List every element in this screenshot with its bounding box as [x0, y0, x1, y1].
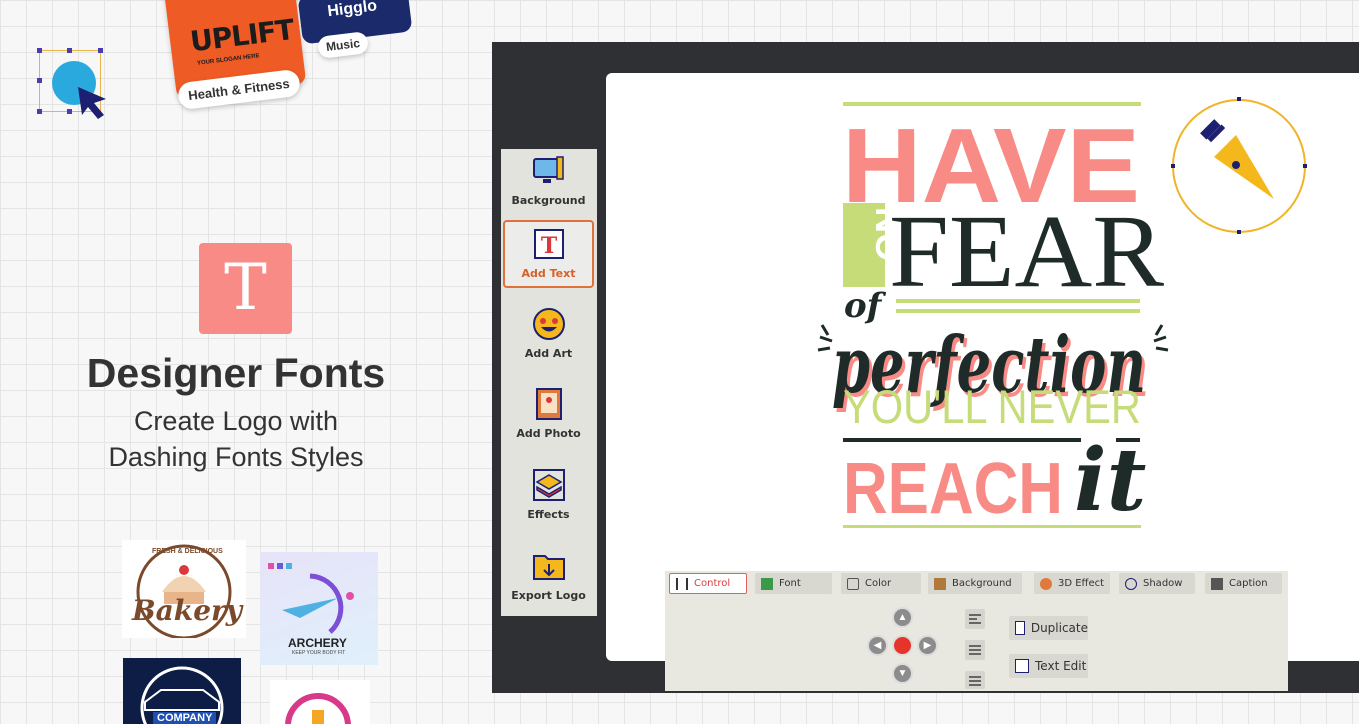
align-left-button[interactable]: [965, 609, 985, 629]
sidebar-item-export-logo[interactable]: Export Logo: [503, 544, 594, 612]
font-icon: [761, 577, 773, 590]
sample-logo-archery[interactable]: ARCHERY KEEP YOUR BODY FIT: [260, 552, 378, 665]
tab-label: Color: [865, 578, 892, 589]
tab-color[interactable]: Color: [841, 573, 921, 594]
sample-logo-ring[interactable]: [270, 680, 370, 724]
quote-reach: REACH: [843, 449, 1063, 529]
car-text: COMPANY: [153, 712, 217, 724]
photo-frame-icon: [535, 388, 562, 420]
bakery-text: Bakery: [132, 594, 243, 627]
tab-label: Caption: [1229, 578, 1268, 589]
center-button[interactable]: [892, 635, 913, 656]
shadow-icon: [1125, 577, 1137, 590]
sidebar-item-add-art[interactable]: Add Art: [503, 302, 594, 370]
music-tag[interactable]: Music: [316, 31, 370, 59]
emoji-icon: [532, 308, 565, 340]
align-center-button[interactable]: [965, 640, 985, 660]
duplicate-icon: [1015, 621, 1025, 635]
tab-background[interactable]: Background: [928, 573, 1022, 594]
feature-subtitle: Create Logo with Dashing Fonts Styles: [60, 403, 412, 475]
background-icon: [934, 577, 946, 590]
sidebar-item-label: Add Art: [524, 347, 573, 360]
sidebar-item-background[interactable]: Background: [503, 149, 594, 217]
sidebar-item-label: Background: [511, 194, 586, 207]
quote-never: YOU'LL NEVER: [843, 380, 1141, 433]
sample-logo-bakery[interactable]: Bakery FRESH & DELICIOUS: [122, 540, 246, 638]
sidebar-item-label: Add Text: [521, 267, 576, 280]
3d-effect-icon: [1040, 577, 1052, 590]
uplift-text: UPLIFT: [188, 12, 296, 59]
sidebar-item-effects[interactable]: Effects: [503, 463, 594, 531]
select-cursor-icon: [37, 48, 106, 119]
color-brush-icon: [847, 577, 859, 590]
sliders-icon: [676, 577, 688, 590]
layers-icon: [532, 469, 565, 501]
archery-sub: KEEP YOUR BODY FIT: [292, 650, 346, 656]
sidebar-item-label: Export Logo: [511, 589, 586, 602]
tab-control[interactable]: Control: [669, 573, 747, 594]
align-right-button[interactable]: [965, 671, 985, 689]
control-panel: Control Font Color Background 3D Effect …: [665, 571, 1288, 691]
caption-icon: [1211, 577, 1223, 590]
quote-fear: FEAR: [889, 194, 1165, 309]
text-feature-icon: T: [199, 243, 292, 334]
svg-text:T: T: [540, 233, 557, 259]
quote-it: it: [1074, 430, 1146, 531]
text-frame-icon: T: [533, 229, 564, 259]
tab-label: Shadow: [1143, 578, 1183, 589]
edit-icon: [1015, 659, 1029, 673]
pen-tool-icon: [1171, 97, 1307, 234]
monitor-brush-icon: [532, 156, 564, 183]
duplicate-button[interactable]: Duplicate: [1009, 616, 1088, 640]
move-down-button[interactable]: ▼: [892, 663, 913, 684]
sample-logo-car[interactable]: COMPANY: [123, 658, 241, 724]
text-edit-label: Text Edit: [1035, 659, 1087, 673]
sidebar-item-label: Effects: [527, 508, 570, 521]
tab-shadow[interactable]: Shadow: [1119, 573, 1195, 594]
tab-caption[interactable]: Caption: [1205, 573, 1282, 594]
feature-title: Designer Fonts: [86, 350, 386, 396]
folder-export-icon: [532, 555, 565, 580]
feature-subtitle-line2: Dashing Fonts Styles: [108, 442, 364, 472]
feature-subtitle-line1: Create Logo with: [133, 406, 339, 436]
duplicate-label: Duplicate: [1030, 621, 1088, 635]
move-right-button[interactable]: ▶: [917, 635, 938, 656]
tool-sidebar: Background T Add Text Add Art Add Photo …: [501, 149, 597, 616]
bakery-arc-text: FRESH & DELICIOUS: [152, 548, 223, 555]
text-edit-button[interactable]: Text Edit: [1009, 654, 1088, 678]
archery-text: ARCHERY: [288, 636, 347, 650]
tab-3d-effect[interactable]: 3D Effect: [1034, 573, 1110, 594]
higglo-text: Higglo: [326, 0, 378, 21]
sidebar-item-add-photo[interactable]: Add Photo: [503, 382, 594, 450]
tab-label: Background: [952, 578, 1012, 589]
tab-label: 3D Effect: [1058, 578, 1105, 589]
tab-label: Control: [694, 578, 731, 589]
move-left-button[interactable]: ◀: [867, 635, 888, 656]
tab-label: Font: [779, 578, 801, 589]
sidebar-item-label: Add Photo: [516, 427, 581, 440]
tab-font[interactable]: Font: [755, 573, 832, 594]
move-up-button[interactable]: ▲: [892, 607, 913, 628]
sidebar-item-add-text[interactable]: T Add Text: [503, 220, 594, 288]
